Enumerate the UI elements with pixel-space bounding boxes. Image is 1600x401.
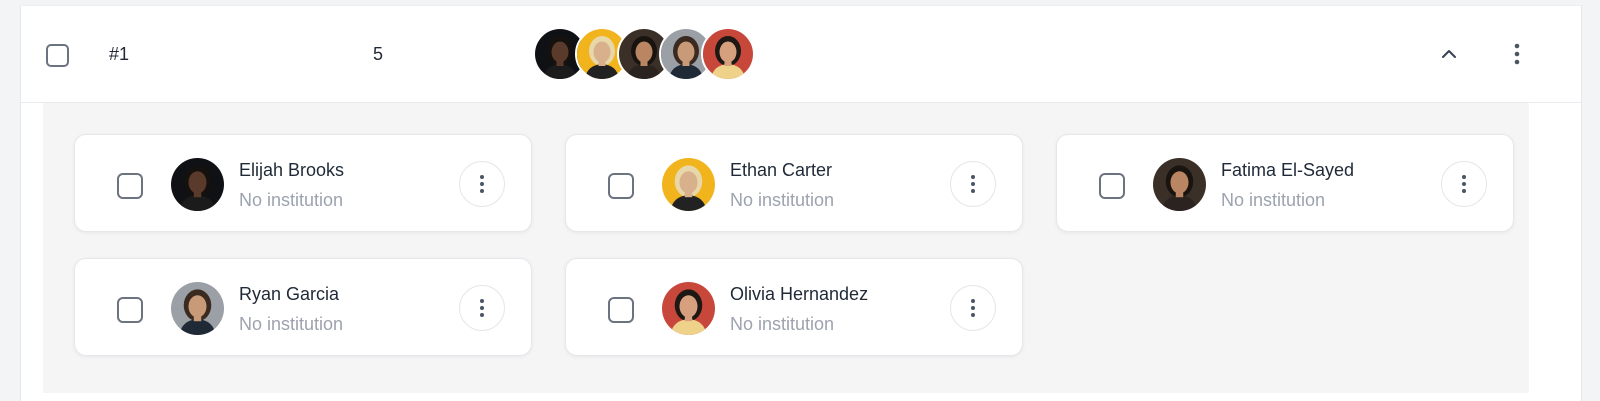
- more-vertical-icon: [970, 298, 976, 318]
- member-card[interactable]: Elijah Brooks No institution: [74, 134, 532, 232]
- member-checkbox[interactable]: [117, 173, 143, 199]
- member-name: Ethan Carter: [730, 160, 833, 180]
- member-checkbox[interactable]: [608, 297, 634, 323]
- member-checkbox[interactable]: [1099, 173, 1125, 199]
- member-card[interactable]: Ethan Carter No institution: [565, 134, 1023, 232]
- avatar: [171, 158, 224, 211]
- more-vertical-icon: [479, 174, 485, 194]
- more-vertical-icon: [1513, 43, 1521, 65]
- member-menu-button[interactable]: [950, 161, 996, 207]
- member-name: Fatima El-Sayed: [1221, 160, 1355, 180]
- group-panel: #1 5 Elijah Brooks No institution Ethan …: [20, 5, 1582, 401]
- group-checkbox[interactable]: [46, 44, 69, 67]
- member-menu-button[interactable]: [459, 161, 505, 207]
- member-menu-button[interactable]: [950, 285, 996, 331]
- member-card[interactable]: Fatima El-Sayed No institution: [1056, 134, 1514, 232]
- members-grid: Elijah Brooks No institution Ethan Carte…: [43, 103, 1529, 393]
- avatar: [171, 282, 224, 335]
- member-institution: No institution: [730, 314, 835, 334]
- member-card[interactable]: Ryan Garcia No institution: [74, 258, 532, 356]
- more-vertical-icon: [970, 174, 976, 194]
- member-name: Elijah Brooks: [239, 160, 345, 180]
- member-card[interactable]: Olivia Hernandez No institution: [565, 258, 1023, 356]
- group-row[interactable]: #1 5: [21, 6, 1581, 103]
- member-name: Ryan Garcia: [239, 284, 340, 304]
- collapse-button[interactable]: [1431, 36, 1467, 72]
- member-menu-button[interactable]: [1441, 161, 1487, 207]
- member-count: 5: [373, 44, 384, 64]
- chevron-up-icon: [1439, 44, 1459, 64]
- avatar: [662, 282, 715, 335]
- member-institution: No institution: [1221, 190, 1326, 210]
- avatar: [662, 158, 715, 211]
- avatar: [1153, 158, 1206, 211]
- group-label: #1: [109, 44, 130, 64]
- member-institution: No institution: [730, 190, 835, 210]
- member-checkbox[interactable]: [117, 297, 143, 323]
- member-institution: No institution: [239, 314, 344, 334]
- group-menu-button[interactable]: [1499, 36, 1535, 72]
- more-vertical-icon: [1461, 174, 1467, 194]
- member-name: Olivia Hernandez: [730, 284, 869, 304]
- member-checkbox[interactable]: [608, 173, 634, 199]
- member-institution: No institution: [239, 190, 344, 210]
- member-menu-button[interactable]: [459, 285, 505, 331]
- avatar: [701, 27, 755, 81]
- more-vertical-icon: [479, 298, 485, 318]
